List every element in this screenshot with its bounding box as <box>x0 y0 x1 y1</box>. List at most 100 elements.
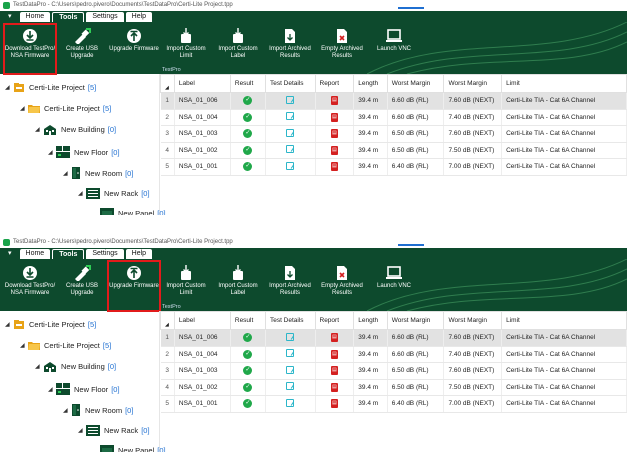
import-custom-label-button[interactable]: Import Custom Label <box>212 261 264 311</box>
tree-node-new-building[interactable]: ◢ New Building [0] <box>35 124 116 135</box>
column-header-test-details[interactable]: Test Details <box>264 311 316 330</box>
download-testpro-nsa-firmware-button[interactable]: Download TestPro/ NSA Firmware <box>3 23 57 75</box>
column-header-label[interactable]: Label <box>173 311 231 330</box>
expand-arrow-icon[interactable]: ◢ <box>35 363 43 370</box>
column-header-worst-margin[interactable]: Worst Margin <box>386 74 445 93</box>
test-details-icon[interactable] <box>286 332 295 341</box>
sort-corner-icon[interactable]: ◢ <box>165 85 169 91</box>
quick-access-dropdown-icon[interactable]: ▾ <box>8 12 12 22</box>
tree-node-new-floor[interactable]: ◢ New Floor [0] <box>48 146 120 158</box>
tab-help[interactable]: Help <box>125 249 153 259</box>
tab-tools[interactable]: Tools <box>52 249 85 259</box>
table-row[interactable]: 1 NSA_01_006 ✓ ▤ 39.4 m 6.60 dB (RL) 7.60 dB (… <box>160 329 627 347</box>
tree-node-new-rack[interactable]: ◢ New Rack [0] <box>78 188 150 199</box>
expand-arrow-icon[interactable]: ◢ <box>48 149 56 156</box>
expand-arrow-icon[interactable]: ◢ <box>35 126 43 133</box>
pdf-report-icon[interactable]: ▤ <box>330 162 338 172</box>
pdf-report-icon[interactable]: ▤ <box>330 382 338 392</box>
import-custom-label-button[interactable]: Import Custom Label <box>212 24 264 74</box>
import-archived-results-button[interactable]: Import Archived Results <box>264 24 316 74</box>
pdf-report-icon[interactable]: ▤ <box>330 96 338 106</box>
quick-access-dropdown-icon[interactable]: ▾ <box>8 249 12 259</box>
expand-arrow-icon[interactable]: ◢ <box>78 190 86 197</box>
expand-arrow-icon[interactable]: ◢ <box>78 427 86 434</box>
pdf-report-icon[interactable]: ▤ <box>330 399 338 409</box>
pdf-report-icon[interactable]: ▤ <box>330 112 338 122</box>
test-details-icon[interactable] <box>286 145 295 154</box>
expand-arrow-icon[interactable]: ◢ <box>63 170 71 177</box>
expand-arrow-icon[interactable]: ◢ <box>5 84 13 91</box>
test-details-icon[interactable] <box>286 161 295 170</box>
pdf-report-icon[interactable]: ▤ <box>330 366 338 376</box>
column-header-length[interactable]: Length <box>353 311 388 330</box>
table-row[interactable]: 3 NSA_01_003 ✓ ▤ 39.4 m 6.50 dB (RL) 7.60 dB (… <box>160 125 627 143</box>
tab-home[interactable]: Home <box>19 12 51 22</box>
test-details-icon[interactable] <box>286 382 295 391</box>
tab-help[interactable]: Help <box>125 12 153 22</box>
expand-arrow-icon[interactable]: ◢ <box>63 407 71 414</box>
test-details-icon[interactable] <box>286 95 295 104</box>
upgrade-firmware-button[interactable]: Upgrade Firmware <box>107 260 161 312</box>
empty-archived-results-button[interactable]: Empty Archived Results <box>316 261 368 311</box>
column-header-worst-margin[interactable]: Worst Margin <box>386 311 445 330</box>
download-testpro-nsa-firmware-button[interactable]: Download TestPro/ NSA Firmware <box>4 261 56 311</box>
tree-node-new-room[interactable]: ◢ New Room [0] <box>63 167 133 179</box>
create-usb-upgrade-button[interactable]: Create USB Upgrade <box>56 261 108 311</box>
upgrade-firmware-button[interactable]: Upgrade Firmware <box>108 24 160 74</box>
column-header-limit[interactable]: Limit <box>501 74 627 93</box>
tree-node-certi-lite-project[interactable]: ◢ Certi-Lite Project [5] <box>5 82 96 93</box>
table-row[interactable]: 2 NSA_01_004 ✓ ▤ 39.4 m 6.60 dB (RL) 7.40 dB (… <box>160 346 627 363</box>
tab-tools[interactable]: Tools <box>52 12 85 22</box>
sort-corner-icon[interactable]: ◢ <box>165 322 169 328</box>
pdf-report-icon[interactable]: ▤ <box>330 333 338 343</box>
column-header-worst-margin[interactable]: Worst Margin <box>443 74 503 93</box>
create-usb-upgrade-button[interactable]: Create USB Upgrade <box>56 24 108 74</box>
column-header-worst-margin[interactable]: Worst Margin <box>443 311 503 330</box>
tree-node-new-room[interactable]: ◢ New Room [0] <box>63 404 133 416</box>
test-details-icon[interactable] <box>286 349 295 358</box>
tab-home[interactable]: Home <box>19 249 51 259</box>
expand-arrow-icon[interactable]: ◢ <box>5 321 13 328</box>
column-header-length[interactable]: Length <box>353 74 388 93</box>
import-archived-results-button[interactable]: Import Archived Results <box>264 261 316 311</box>
expand-arrow-icon[interactable]: ◢ <box>20 105 28 112</box>
tree-node-certi-lite-project[interactable]: ◢ Certi-Lite Project [5] <box>20 340 111 351</box>
expand-arrow-icon[interactable]: ◢ <box>20 342 28 349</box>
tab-settings[interactable]: Settings <box>86 249 124 259</box>
column-header-report[interactable]: Report <box>314 74 355 93</box>
table-row[interactable]: 2 NSA_01_004 ✓ ▤ 39.4 m 6.60 dB (RL) 7.40 dB (… <box>160 109 627 126</box>
column-header-limit[interactable]: Limit <box>501 311 627 330</box>
table-row[interactable]: 5 NSA_01_001 ✓ ▤ 39.4 m 6.40 dB (RL) 7.00 dB (… <box>160 395 627 413</box>
tree-node-new-building[interactable]: ◢ New Building [0] <box>35 361 116 372</box>
tree-node-certi-lite-project[interactable]: ◢ Certi-Lite Project [5] <box>5 319 96 330</box>
tree-node-new-rack[interactable]: ◢ New Rack [0] <box>78 425 150 436</box>
table-row[interactable]: 1 NSA_01_006 ✓ ▤ 39.4 m 6.60 dB (RL) 7.60 dB (… <box>160 92 627 110</box>
test-details-icon[interactable] <box>286 128 295 137</box>
column-header-test-details[interactable]: Test Details <box>264 74 316 93</box>
empty-archived-results-button[interactable]: Empty Archived Results <box>316 24 368 74</box>
project-icon <box>13 319 25 330</box>
tree-node-certi-lite-project[interactable]: ◢ Certi-Lite Project [5] <box>20 103 111 114</box>
test-details-icon[interactable] <box>286 398 295 407</box>
table-cell: ▤ <box>315 125 355 143</box>
table-row[interactable]: 4 NSA_01_002 ✓ ▤ 39.4 m 6.50 dB (RL) 7.50 dB (… <box>160 142 627 159</box>
column-header-result[interactable]: Result <box>229 311 266 330</box>
launch-vnc-button[interactable]: Launch VNC <box>368 24 420 74</box>
pdf-report-icon[interactable]: ▤ <box>330 129 338 139</box>
tree-node-new-panel[interactable]: New Panel [0] <box>100 208 166 215</box>
tree-node-new-panel[interactable]: New Panel [0] <box>100 445 166 452</box>
pdf-report-icon[interactable]: ▤ <box>330 145 338 155</box>
column-header-label[interactable]: Label <box>173 74 231 93</box>
expand-arrow-icon[interactable]: ◢ <box>48 386 56 393</box>
test-details-icon[interactable] <box>286 112 295 121</box>
tab-settings[interactable]: Settings <box>86 12 124 22</box>
table-row[interactable]: 4 NSA_01_002 ✓ ▤ 39.4 m 6.50 dB (RL) 7.50 dB (… <box>160 379 627 396</box>
table-row[interactable]: 3 NSA_01_003 ✓ ▤ 39.4 m 6.50 dB (RL) 7.60 dB (… <box>160 362 627 380</box>
test-details-icon[interactable] <box>286 365 295 374</box>
column-header-report[interactable]: Report <box>314 311 355 330</box>
table-row[interactable]: 5 NSA_01_001 ✓ ▤ 39.4 m 6.40 dB (RL) 7.00 dB (… <box>160 158 627 176</box>
pdf-report-icon[interactable]: ▤ <box>330 349 338 359</box>
tree-node-new-floor[interactable]: ◢ New Floor [0] <box>48 383 120 395</box>
column-header-result[interactable]: Result <box>229 74 266 93</box>
launch-vnc-button[interactable]: Launch VNC <box>368 261 420 311</box>
